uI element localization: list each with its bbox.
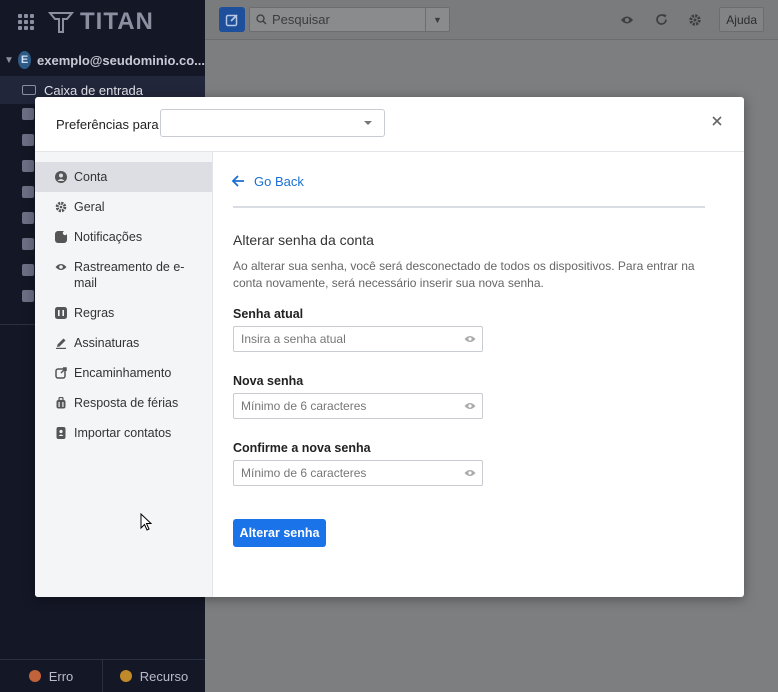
refresh-icon[interactable] <box>651 10 671 30</box>
rules-icon <box>55 307 67 319</box>
section-description: Ao alterar sua senha, você será desconec… <box>233 259 695 290</box>
confirm-password-input[interactable] <box>241 466 451 480</box>
nav-item-label: Geral <box>74 200 105 214</box>
search-placeholder: Pesquisar <box>272 12 330 27</box>
sidebar-footer: Erro Recurso <box>0 659 205 692</box>
forward-icon <box>55 367 67 379</box>
titan-logo-icon <box>48 12 74 33</box>
section-title: Alterar senha da conta <box>233 232 374 248</box>
show-password-eye-icon[interactable] <box>464 468 476 478</box>
bug-icon <box>28 670 41 682</box>
nav-item-label: Rastreamento de e-mail <box>74 260 185 290</box>
show-password-eye-icon[interactable] <box>464 401 476 411</box>
search-icon <box>250 14 272 25</box>
close-button[interactable] <box>708 112 726 130</box>
vacation-icon <box>55 397 67 409</box>
nav-item-rastreamento[interactable]: Rastreamento de e-mail <box>35 252 212 298</box>
nav-item-encaminhamento[interactable]: Encaminhamento <box>35 358 212 388</box>
mouse-cursor-icon <box>140 513 152 531</box>
caret-down-icon <box>364 121 372 125</box>
preferences-label: Preferências para <box>56 116 159 132</box>
search-box[interactable]: Pesquisar ▼ <box>249 7 450 32</box>
nav-item-label: Resposta de férias <box>74 396 179 410</box>
nav-item-label: Encaminhamento <box>74 366 172 380</box>
go-back-label: Go Back <box>254 173 304 189</box>
nav-item-ferias[interactable]: Resposta de férias <box>35 388 212 418</box>
nav-item-label: Regras <box>74 306 115 320</box>
account-email: exemplo@seudominio.co... <box>37 52 205 68</box>
confirm-password-label: Confirme a nova senha <box>233 441 371 455</box>
nav-item-assinaturas[interactable]: Assinaturas <box>35 328 212 358</box>
current-password-field <box>233 326 483 352</box>
nav-item-conta[interactable]: Conta <box>35 162 212 192</box>
content-divider <box>233 206 705 208</box>
trash-icon[interactable] <box>22 212 34 224</box>
help-button[interactable]: Ajuda <box>719 7 764 32</box>
search-options-chevron-icon[interactable]: ▼ <box>425 8 449 31</box>
logo-text: TITAN <box>80 8 154 35</box>
error-report-button[interactable]: Erro <box>0 660 102 692</box>
preferences-account-select[interactable] <box>160 109 385 137</box>
mail-icon <box>22 85 36 95</box>
contacts-icon <box>55 427 67 439</box>
nav-item-label: Conta <box>74 170 108 184</box>
current-password-label: Senha atual <box>233 307 304 321</box>
topbar: Pesquisar ▼ Ajuda <box>205 0 778 40</box>
topbar-actions: Ajuda <box>617 7 764 32</box>
archive-icon[interactable] <box>22 186 34 198</box>
eye-icon[interactable] <box>617 10 637 30</box>
nav-item-label: Importar contatos <box>74 426 172 440</box>
folder-icon[interactable] <box>22 264 34 276</box>
user-icon <box>55 171 67 183</box>
compose-icon <box>225 13 238 26</box>
arrow-left-icon <box>231 175 244 187</box>
apps-grid-icon[interactable] <box>18 14 34 30</box>
compose-button[interactable] <box>219 7 245 32</box>
alert-icon[interactable] <box>22 160 34 172</box>
lightbulb-icon <box>119 670 132 682</box>
titan-logo: TITAN <box>48 8 154 36</box>
bell-icon <box>55 231 67 243</box>
sent-icon[interactable] <box>22 108 34 120</box>
change-password-button[interactable]: Alterar senha <box>233 519 326 547</box>
close-icon <box>712 116 722 126</box>
chevron-down-icon: ▼ <box>4 54 14 66</box>
modal-header: Preferências para <box>35 97 744 152</box>
current-password-input[interactable] <box>241 332 451 346</box>
new-password-label: Nova senha <box>233 374 304 388</box>
go-back-link[interactable]: Go Back <box>230 172 706 190</box>
nav-item-notificacoes[interactable]: Notificações <box>35 222 212 252</box>
nav-item-importar-contatos[interactable]: Importar contatos <box>35 418 212 448</box>
video-icon[interactable] <box>22 290 34 302</box>
error-label: Erro <box>48 668 74 684</box>
show-password-eye-icon[interactable] <box>464 334 476 344</box>
nav-item-geral[interactable]: Geral <box>35 192 212 222</box>
pen-icon <box>55 337 67 349</box>
feature-request-button[interactable]: Recurso <box>102 660 205 692</box>
nav-item-regras[interactable]: Regras <box>35 298 212 328</box>
confirm-password-field <box>233 460 483 486</box>
preferences-nav: Conta Geral Notificações Rastreamento de… <box>35 152 213 597</box>
collapse-icon[interactable] <box>22 134 34 146</box>
account-switcher[interactable]: ▼ E exemplo@seudominio.co... <box>0 44 205 76</box>
avatar: E <box>18 51 32 69</box>
nav-item-label: Notificações <box>74 230 143 244</box>
nav-item-label: Assinaturas <box>74 336 140 350</box>
eye-icon <box>55 261 67 273</box>
spam-icon[interactable] <box>22 238 34 250</box>
new-password-input[interactable] <box>241 399 451 413</box>
account-settings-panel: Go Back Alterar senha da conta Ao altera… <box>213 152 744 597</box>
inbox-label: Caixa de entrada <box>44 82 144 98</box>
gear-icon <box>55 201 67 213</box>
new-password-field <box>233 393 483 419</box>
sidebar-header: TITAN <box>0 0 205 44</box>
feature-label: Recurso <box>139 668 189 684</box>
settings-gear-icon[interactable] <box>685 10 705 30</box>
sidebar-folder-icons <box>22 108 34 316</box>
